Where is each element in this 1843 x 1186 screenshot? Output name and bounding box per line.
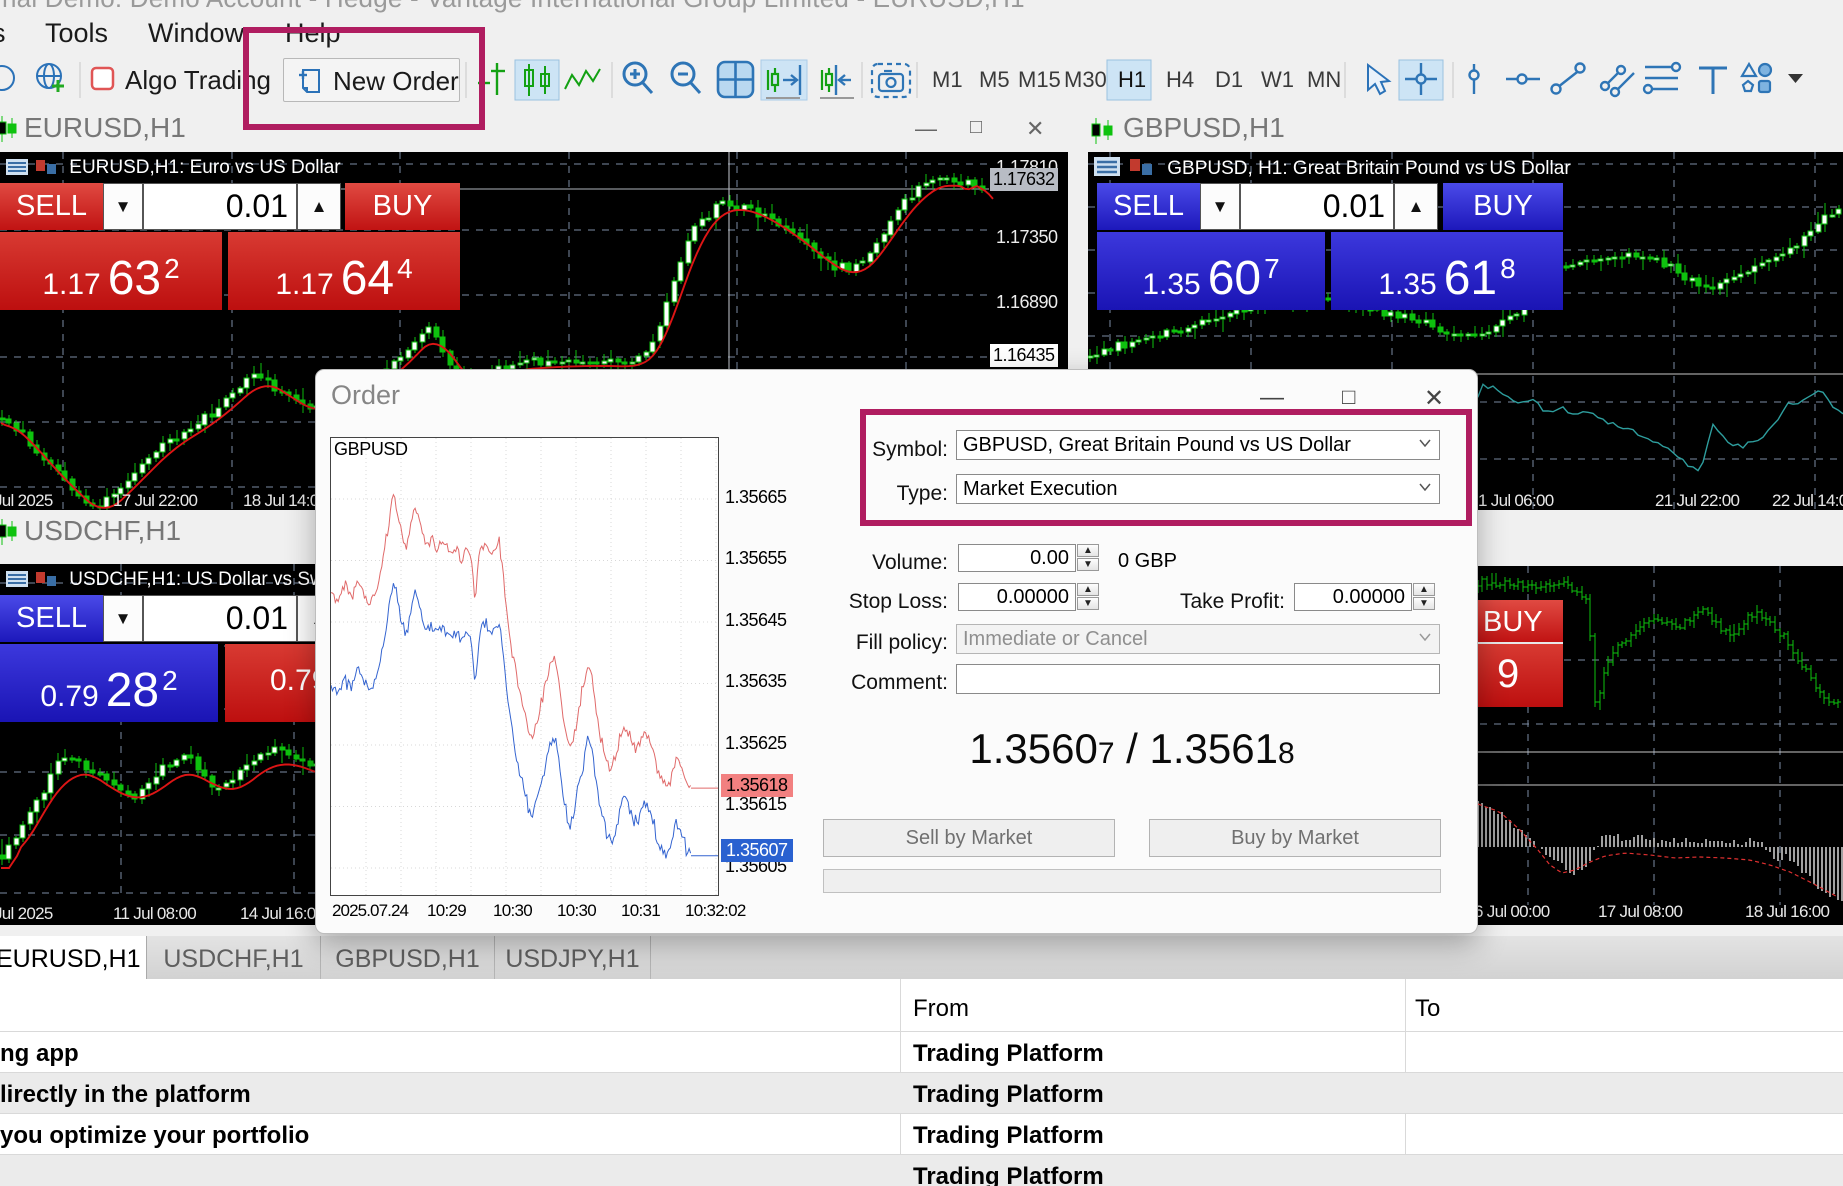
svg-text:H4: H4 bbox=[1166, 67, 1194, 92]
svg-text:M15: M15 bbox=[1018, 67, 1061, 92]
svg-text:M30: M30 bbox=[1064, 67, 1107, 92]
svg-text:M5: M5 bbox=[979, 67, 1010, 92]
svg-text:MN: MN bbox=[1307, 67, 1341, 92]
svg-text:M1: M1 bbox=[932, 67, 963, 92]
svg-text:H1: H1 bbox=[1118, 67, 1146, 92]
svg-text:D1: D1 bbox=[1215, 67, 1243, 92]
svg-text:W1: W1 bbox=[1261, 67, 1294, 92]
